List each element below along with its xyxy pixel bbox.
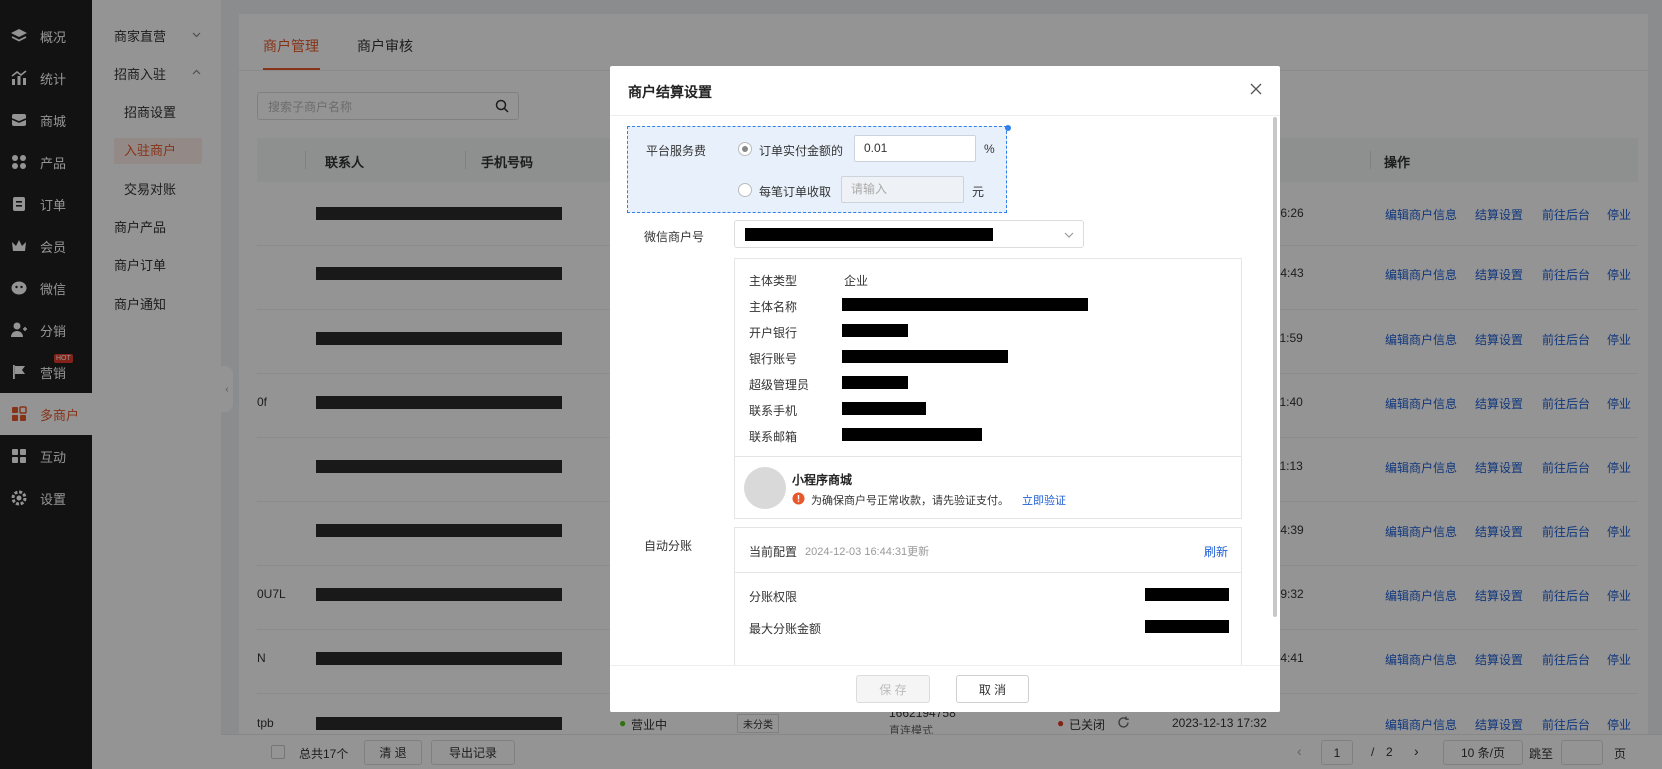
modal-scrollbar[interactable] <box>1273 117 1277 617</box>
subject-type-value: 企业 <box>844 274 869 288</box>
save-button[interactable]: 保 存 <box>856 675 930 703</box>
verify-now-link[interactable]: 立即验证 <box>1022 492 1066 508</box>
per-order-radio[interactable] <box>738 183 752 197</box>
split-header: 当前配置 2024-12-03 16:44:31更新 刷新 <box>735 528 1241 573</box>
subject-type-label: 主体类型 <box>749 274 798 288</box>
platform-fee-label: 平台服务费 <box>646 144 707 158</box>
chevron-down-icon <box>1064 230 1074 240</box>
per-order-unit: 元 <box>972 185 985 199</box>
redacted-value <box>842 376 908 389</box>
redacted-value <box>842 324 908 337</box>
percent-unit: % <box>984 142 995 156</box>
subject-name-label: 主体名称 <box>749 300 798 314</box>
split-permission-label: 分账权限 <box>749 590 798 604</box>
redacted-value <box>842 298 1088 311</box>
redacted-value <box>1145 620 1229 633</box>
account-label: 银行账号 <box>749 352 798 366</box>
wx-merchant-select[interactable] <box>734 220 1084 248</box>
phone-label: 联系手机 <box>749 404 798 418</box>
close-icon <box>1250 83 1262 98</box>
percent-input[interactable]: 0.01 <box>854 135 976 162</box>
selection-handle <box>1005 125 1011 131</box>
merchant-info-card: 主体类型 企业 主体名称 开户银行 银行账号 超级管理员 联系手机 联系邮箱 小… <box>734 258 1242 519</box>
percent-option-label: 订单实付金额的 <box>759 144 844 158</box>
modal-body: 平台服务费 订单实付金额的 0.01 % 每笔订单收取 请输入 元 微信商户号 … <box>610 117 1280 665</box>
platform-fee-section: 平台服务费 订单实付金额的 0.01 % 每笔订单收取 请输入 元 <box>627 126 1007 213</box>
settlement-settings-modal: 商户结算设置 平台服务费 订单实付金额的 0.01 % 每笔订单收取 请输入 元… <box>610 66 1280 712</box>
auto-split-label: 自动分账 <box>644 539 693 553</box>
avatar <box>744 467 786 509</box>
wx-merchant-label: 微信商户号 <box>644 230 705 244</box>
max-split-label: 最大分账金额 <box>749 622 822 636</box>
auto-split-card: 当前配置 2024-12-03 16:44:31更新 刷新 分账权限 最大分账金… <box>734 527 1242 665</box>
redacted-value <box>842 350 1008 363</box>
refresh-button[interactable]: 刷新 <box>1204 543 1228 560</box>
close-button[interactable] <box>1246 80 1266 100</box>
redacted-value <box>1145 588 1229 601</box>
modal-title: 商户结算设置 <box>628 84 712 100</box>
redacted-value <box>842 428 982 441</box>
modal-footer: 保 存 取 消 <box>610 665 1280 712</box>
admin-label: 超级管理员 <box>749 378 810 392</box>
percent-radio[interactable] <box>738 142 752 156</box>
warning-icon <box>792 492 805 508</box>
per-order-input[interactable]: 请输入 <box>841 176 964 203</box>
divider <box>735 456 1241 457</box>
per-order-option-label: 每笔订单收取 <box>759 185 832 199</box>
redacted-value <box>745 228 993 241</box>
verify-warning-text: 为确保商户号正常收款，请先验证支付。 <box>811 495 1009 507</box>
email-label: 联系邮箱 <box>749 430 798 444</box>
modal-header: 商户结算设置 <box>610 66 1280 116</box>
current-config-label: 当前配置 <box>749 545 798 559</box>
mini-program-name: 小程序商城 <box>792 473 853 487</box>
bank-label: 开户银行 <box>749 326 798 340</box>
redacted-value <box>842 402 926 415</box>
config-updated-time: 2024-12-03 16:44:31更新 <box>805 546 930 558</box>
cancel-button[interactable]: 取 消 <box>956 675 1029 703</box>
